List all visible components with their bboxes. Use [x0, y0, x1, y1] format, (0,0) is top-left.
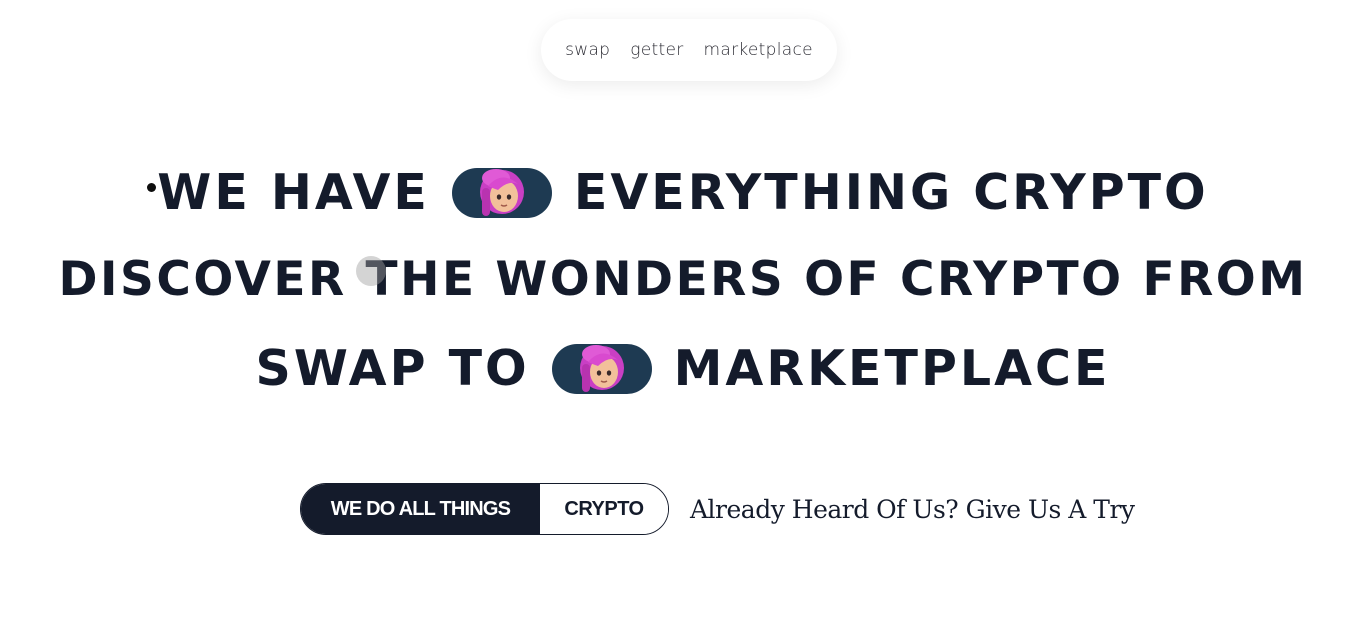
cursor-ring	[356, 256, 386, 286]
cta-row: WE DO ALL THINGS CRYPTO Already Heard Of…	[300, 483, 1135, 535]
nav-link-getter[interactable]: getter	[630, 40, 683, 60]
top-nav: swap getter marketplace	[541, 19, 837, 81]
nav-link-swap[interactable]: swap	[565, 40, 610, 60]
headline-text: MARKETPLACE	[673, 340, 1111, 397]
headline-text: WE HAVE	[157, 164, 430, 221]
headline-text: DISCOVER THE WONDERS OF CRYPTO FROM	[58, 252, 1308, 307]
cta-secondary-button[interactable]: CRYPTO	[540, 484, 668, 534]
headline-line-3: SWAP TO MARKETPLACE	[0, 340, 1366, 397]
landing-page: swap getter marketplace WE HAVE EVERYTHI…	[0, 0, 1366, 618]
cta-tagline: Already Heard Of Us? Give Us A Try	[690, 494, 1135, 524]
cta-primary-button[interactable]: WE DO ALL THINGS	[301, 484, 540, 534]
avatar-icon	[551, 343, 652, 394]
headline-line-1: WE HAVE EVERYTHING CRYPTO	[0, 164, 1366, 221]
cursor-dot	[147, 183, 156, 192]
nav-link-marketplace[interactable]: marketplace	[704, 40, 813, 60]
headline-text: SWAP TO	[255, 340, 530, 397]
avatar-icon	[451, 167, 552, 218]
headline-text: EVERYTHING CRYPTO	[573, 164, 1209, 221]
headline-line-2: DISCOVER THE WONDERS OF CRYPTO FROM	[0, 252, 1366, 307]
cta-segmented-button: WE DO ALL THINGS CRYPTO	[300, 483, 669, 535]
